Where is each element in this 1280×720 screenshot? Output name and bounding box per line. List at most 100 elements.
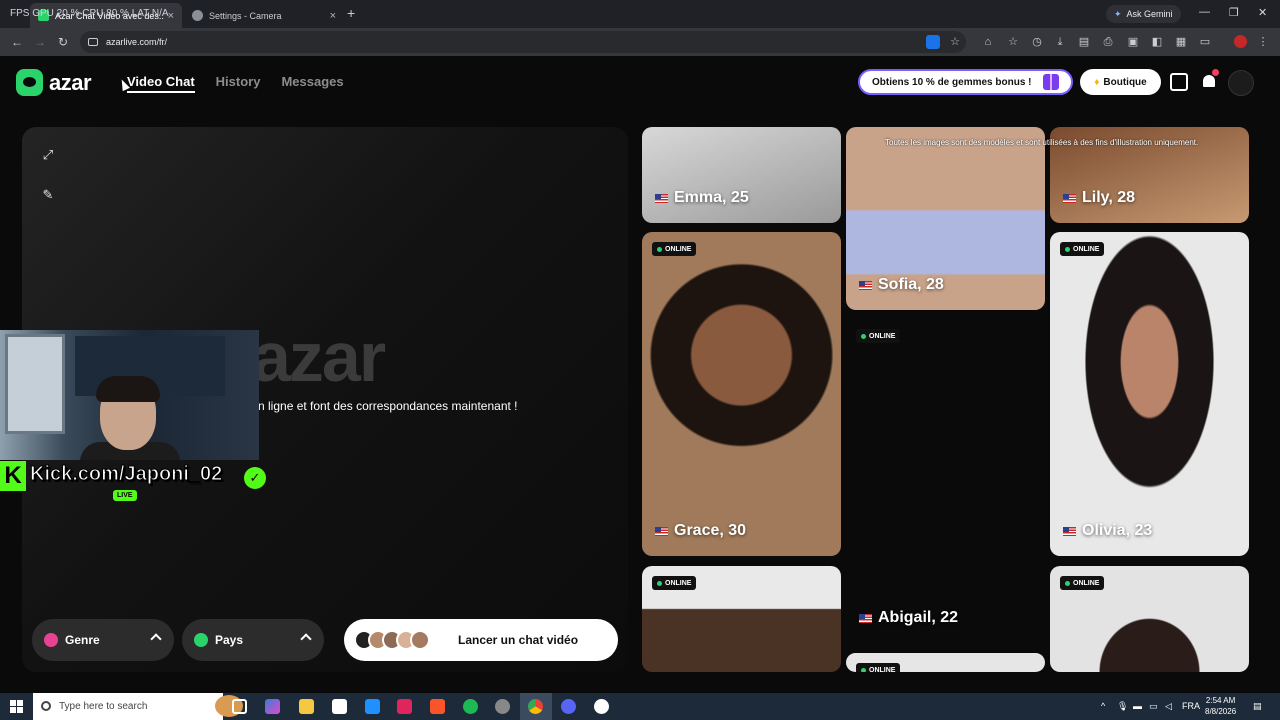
globe-icon	[194, 633, 208, 647]
avatar	[410, 630, 430, 650]
promo-label: Obtiens 10 % de gemmes bonus !	[872, 76, 1032, 88]
close-window-button[interactable]: ✕	[1258, 6, 1267, 19]
tab-close-icon[interactable]: ×	[330, 10, 336, 22]
windows-start-icon[interactable]	[10, 700, 23, 713]
nav-video-chat[interactable]: Video Chat	[127, 74, 195, 93]
site-info-icon[interactable]	[88, 38, 98, 46]
url-text: azarlive.com/fr/	[106, 37, 168, 47]
mail-icon[interactable]	[365, 699, 380, 714]
magic-wand-icon[interactable]: ✎	[39, 186, 57, 204]
profile-name-text: Sofia, 28	[878, 276, 944, 293]
history-icon[interactable]: ◷	[1030, 35, 1044, 49]
shop-button[interactable]: ♦ Boutique	[1080, 69, 1161, 95]
profile-name: Emma, 25	[655, 189, 749, 207]
windows-taskbar: Type here to search ^ 🎙 ▬ ▭ ◁ FRA 2:54 A…	[0, 693, 1280, 720]
profile-card-grace[interactable]: ONLINE Grace, 30	[642, 232, 841, 556]
extension-icon[interactable]: ☆	[1006, 35, 1020, 49]
us-flag-icon	[859, 613, 872, 623]
online-dot-icon	[657, 246, 662, 252]
online-dot-icon	[1065, 580, 1070, 586]
online-label: ONLINE	[869, 666, 896, 673]
language-indicator[interactable]: FRA	[1182, 701, 1200, 711]
app-icon[interactable]	[397, 699, 412, 714]
us-flag-icon	[1063, 193, 1076, 203]
profile-card-abigail[interactable]: ONLINE Abigail, 22	[846, 319, 1045, 643]
brave-icon[interactable]	[430, 699, 445, 714]
microphone-icon[interactable]: 🎙	[1117, 701, 1128, 712]
forward-arrow-icon[interactable]: →	[34, 35, 46, 49]
app-icon[interactable]	[495, 699, 510, 714]
profile-card[interactable]: ONLINE	[1050, 566, 1249, 672]
fps-overlay: FPS GPU 20 % CPU 80 % LAT N/A	[10, 8, 169, 19]
country-filter-button[interactable]: Pays	[182, 619, 324, 661]
new-tab-button[interactable]: +	[347, 5, 355, 21]
gemini-sparkle-icon: ✦	[1114, 8, 1122, 19]
spotify-icon[interactable]	[463, 699, 478, 714]
extension-icon[interactable]: ▦	[1174, 35, 1188, 49]
gem-bonus-promo-button[interactable]: Obtiens 10 % de gemmes bonus !	[858, 69, 1073, 95]
menu-dots-icon[interactable]: ⋮	[1256, 35, 1270, 49]
notification-badge	[1212, 69, 1219, 76]
online-label: ONLINE	[869, 332, 896, 340]
nav-history[interactable]: History	[216, 74, 261, 93]
notifications-icon[interactable]: ▤	[1253, 701, 1262, 712]
streamer-hair	[96, 376, 160, 402]
inbox-icon[interactable]	[1170, 73, 1188, 91]
url-bar[interactable]: azarlive.com/fr/	[80, 31, 966, 53]
minimize-button[interactable]: —	[1199, 6, 1210, 18]
online-badge: ONLINE	[1060, 242, 1105, 256]
chrome-icon[interactable]	[528, 699, 543, 714]
download-icon[interactable]: ⤓	[1053, 35, 1067, 49]
tagline: n ligne et font des correspondances main…	[258, 399, 518, 413]
file-explorer-icon[interactable]	[299, 699, 314, 714]
reload-icon[interactable]: ↻	[58, 35, 68, 49]
azar-logo[interactable]: azar	[16, 69, 92, 96]
online-badge: ONLINE	[652, 576, 697, 590]
ask-gemini-button[interactable]: ✦ Ask Gemini	[1106, 5, 1181, 23]
extension-icon[interactable]: ▣	[1126, 35, 1140, 49]
settings-favicon-icon	[192, 10, 203, 21]
kick-logo-icon: K	[0, 461, 26, 491]
print-icon[interactable]: ⎙	[1101, 35, 1115, 49]
extension-icon[interactable]: ▤	[1077, 35, 1091, 49]
profile-card-sofia[interactable]: Sofia, 28	[846, 127, 1045, 310]
tray-chevron-up-icon[interactable]: ^	[1101, 701, 1105, 711]
profile-card[interactable]: ONLINE	[642, 566, 841, 672]
search-placeholder: Type here to search	[59, 701, 148, 712]
translate-icon[interactable]	[926, 35, 940, 49]
extension-icon[interactable]: ⌂	[981, 35, 995, 49]
settings-gear-icon[interactable]	[594, 699, 609, 714]
network-icon[interactable]: ▭	[1149, 701, 1158, 712]
tab-settings-camera[interactable]: Settings - Camera ×	[184, 3, 344, 28]
illustration-disclaimer: Toutes les images sont des modèles et so…	[885, 138, 1199, 147]
extension-icon[interactable]: ◧	[1150, 35, 1164, 49]
online-badge: ONLINE	[856, 329, 901, 343]
copilot-icon[interactable]	[265, 699, 280, 714]
store-icon[interactable]	[332, 699, 347, 714]
online-label: ONLINE	[1073, 579, 1100, 587]
user-avatar[interactable]	[1228, 70, 1254, 96]
maximize-button[interactable]: ❐	[1229, 6, 1239, 19]
profile-card[interactable]: ONLINE	[846, 653, 1045, 672]
live-badge: LIVE	[113, 490, 137, 501]
discord-icon[interactable]	[561, 699, 576, 714]
fullscreen-icon[interactable]: ⤢	[39, 146, 57, 164]
profile-card-olivia[interactable]: ONLINE Olivia, 23	[1050, 232, 1249, 556]
back-arrow-icon[interactable]: ←	[11, 35, 23, 49]
task-view-icon[interactable]	[232, 699, 247, 714]
azar-logo-icon	[16, 69, 43, 96]
tray-app-icon[interactable]: ▬	[1133, 701, 1142, 711]
chevron-up-icon	[300, 633, 312, 645]
volume-icon[interactable]: ◁	[1165, 701, 1172, 712]
taskbar-clock[interactable]: 2:54 AM 8/8/2026	[1205, 695, 1236, 717]
nav-messages[interactable]: Messages	[281, 74, 343, 93]
profile-card-emma[interactable]: Emma, 25	[642, 127, 841, 223]
profile-avatar-icon[interactable]	[1234, 35, 1247, 48]
kick-handle: Kick.com/Japoni_02	[29, 463, 223, 486]
bookmark-star-icon[interactable]: ☆	[948, 35, 962, 49]
taskbar-search-input[interactable]: Type here to search	[33, 693, 243, 720]
sidepanel-icon[interactable]: ▭	[1198, 35, 1212, 49]
gender-filter-button[interactable]: Genre	[32, 619, 174, 661]
profile-name-text: Lily, 28	[1082, 189, 1136, 206]
start-video-chat-button[interactable]: Lancer un chat vidéo	[344, 619, 618, 661]
